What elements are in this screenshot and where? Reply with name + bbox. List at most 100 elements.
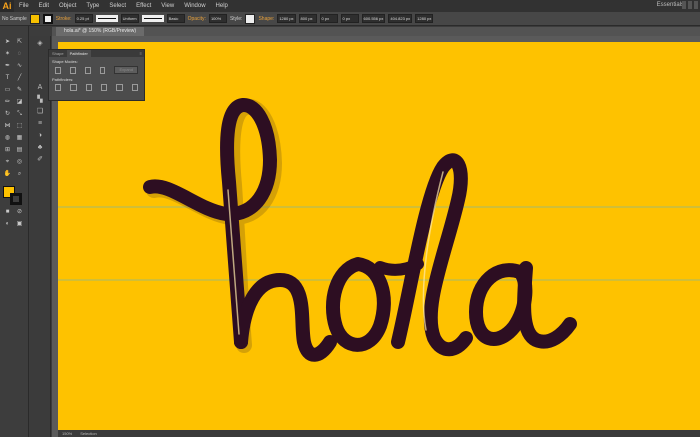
- transparency-panel-icon[interactable]: ◑: [36, 132, 44, 140]
- merge-icon[interactable]: [85, 84, 92, 91]
- divide-icon[interactable]: [55, 84, 62, 91]
- color-mode-icon[interactable]: ■: [3, 208, 12, 216]
- outline-icon[interactable]: [116, 84, 123, 91]
- brush-definition-select[interactable]: Basic: [166, 14, 185, 23]
- fill-swatch[interactable]: [29, 13, 40, 24]
- zoom-level[interactable]: 150%: [62, 431, 72, 436]
- shadow-path: [146, 99, 283, 353]
- opacity-label[interactable]: Opacity:: [188, 16, 206, 22]
- y-field[interactable]: 0 px: [340, 14, 359, 23]
- pathfinders-row: [49, 83, 144, 92]
- magic-wand-tool-icon[interactable]: ✶: [3, 50, 12, 58]
- document-tab[interactable]: hola.ai* @ 150% (RGB/Preview): [56, 27, 145, 36]
- stroke-panel-icon[interactable]: ≡: [36, 120, 44, 128]
- height-field[interactable]: 800 px: [298, 14, 317, 23]
- selection-label: No Sample: [2, 15, 27, 22]
- layers-panel-icon[interactable]: ❏: [36, 108, 44, 116]
- direct-selection-tool-icon[interactable]: ⇱: [15, 38, 24, 46]
- ref-y-field[interactable]: 404.823 px: [388, 14, 413, 23]
- unite-icon[interactable]: [55, 66, 61, 74]
- document-tab-bar: hola.ai* @ 150% (RGB/Preview): [52, 27, 700, 36]
- style-swatch[interactable]: [245, 13, 256, 24]
- hand-tool-icon[interactable]: ✋: [3, 170, 12, 178]
- menu-view[interactable]: View: [156, 3, 179, 9]
- letter-o: [326, 257, 391, 352]
- x-field[interactable]: 0 px: [319, 14, 338, 23]
- variable-width-profile[interactable]: [95, 15, 118, 22]
- lettering-artwork: [58, 98, 700, 362]
- zoom-tool-icon[interactable]: ⌕: [15, 170, 24, 178]
- perspective-grid-tool-icon[interactable]: ▦: [15, 134, 24, 142]
- stroke-label[interactable]: Stroke:: [56, 16, 72, 22]
- minimize-button[interactable]: [682, 1, 686, 9]
- tab-shape[interactable]: Shape: [49, 50, 67, 57]
- ref-x-field[interactable]: 600.556 px: [361, 14, 386, 23]
- lasso-tool-icon[interactable]: ◌: [15, 50, 24, 58]
- brushes-panel-icon[interactable]: ✐: [36, 156, 44, 164]
- paintbrush-tool-icon[interactable]: ✎: [15, 86, 24, 94]
- control-bar: No Sample Stroke: 0.25 pt Uniform Basic …: [0, 12, 700, 26]
- appearance-panel-icon[interactable]: A: [36, 84, 44, 92]
- extra-field[interactable]: 1280 px: [415, 14, 434, 23]
- menu-edit[interactable]: Edit: [34, 3, 54, 9]
- free-transform-tool-icon[interactable]: ⬚: [15, 122, 24, 130]
- menu-select[interactable]: Select: [104, 3, 131, 9]
- draw-mode-icon[interactable]: ◐: [3, 220, 12, 228]
- type-tool-icon[interactable]: T: [3, 74, 12, 82]
- stroke-weight-field[interactable]: 0.25 pt: [74, 14, 93, 23]
- stroke-color-box[interactable]: [10, 193, 22, 205]
- opacity-field[interactable]: 100%: [208, 14, 227, 23]
- letter-l: [391, 153, 473, 357]
- letter-a-stem: [517, 261, 577, 349]
- artboard-canvas[interactable]: [58, 42, 700, 437]
- pencil-tool-icon[interactable]: ✏: [3, 98, 12, 106]
- eraser-tool-icon[interactable]: ◪: [15, 98, 24, 106]
- none-mode-icon[interactable]: ⊘: [15, 208, 24, 216]
- pen-tool-icon[interactable]: ✒: [3, 62, 12, 70]
- stroke-swatch[interactable]: [42, 13, 53, 24]
- tab-pathfinder[interactable]: Pathfinder: [66, 50, 91, 57]
- maximize-button[interactable]: [688, 1, 692, 9]
- eyedropper-tool-icon[interactable]: ⌖: [3, 158, 12, 166]
- status-bar: 150% Selection: [58, 430, 700, 437]
- minus-front-icon[interactable]: [69, 66, 76, 74]
- panel-menu-icon[interactable]: ≡: [140, 50, 142, 57]
- color-panel-icon[interactable]: ◈: [36, 40, 44, 48]
- graphic-styles-panel-icon[interactable]: ▚: [36, 96, 44, 104]
- rotate-tool-icon[interactable]: ↻: [3, 110, 12, 118]
- width-field[interactable]: 1280 px: [277, 14, 296, 23]
- shape-label[interactable]: Shape:: [258, 16, 274, 22]
- current-tool-status[interactable]: Selection: [80, 431, 96, 436]
- trim-icon[interactable]: [70, 84, 77, 91]
- brush-definition-preview[interactable]: [141, 15, 164, 22]
- expand-button[interactable]: Expand: [114, 66, 139, 74]
- style-label: Style:: [229, 15, 243, 22]
- line-tool-icon[interactable]: ╱: [15, 74, 24, 82]
- screen-mode-icon[interactable]: ▣: [15, 220, 24, 228]
- menu-object[interactable]: Object: [54, 3, 81, 9]
- intersect-icon[interactable]: [84, 66, 91, 74]
- selection-tool-icon[interactable]: ➤: [3, 38, 12, 46]
- menu-type[interactable]: Type: [81, 3, 104, 9]
- mesh-tool-icon[interactable]: ⊞: [3, 146, 12, 154]
- brush-profile-select[interactable]: Uniform: [120, 14, 139, 23]
- menu-file[interactable]: File: [14, 3, 34, 9]
- menu-window[interactable]: Window: [179, 3, 210, 9]
- exclude-icon[interactable]: [99, 66, 106, 74]
- workspace-switcher[interactable]: Essentials: [657, 2, 684, 8]
- symbols-panel-icon[interactable]: ♣: [36, 144, 44, 152]
- scale-tool-icon[interactable]: ⤡: [15, 110, 24, 118]
- close-button[interactable]: [694, 1, 698, 9]
- minus-back-icon[interactable]: [131, 84, 138, 91]
- width-tool-icon[interactable]: ⋈: [3, 122, 12, 130]
- crop-icon[interactable]: [100, 84, 108, 91]
- curvature-tool-icon[interactable]: ∿: [15, 62, 24, 70]
- shape-builder-tool-icon[interactable]: ◍: [3, 134, 12, 142]
- menu-help[interactable]: Help: [211, 3, 233, 9]
- gradient-tool-icon[interactable]: ▤: [15, 146, 24, 154]
- tools-panel: ➤ ⇱ ✶ ◌ ✒ ∿ T ╱ ▭ ✎ ✏ ◪ ↻ ⤡ ⋈ ⬚ ◍ ▦ ⊞ ▤ …: [0, 26, 29, 437]
- pathfinders-label: Pathfinders:: [52, 77, 74, 82]
- blend-tool-icon[interactable]: ◎: [15, 158, 24, 166]
- rectangle-tool-icon[interactable]: ▭: [3, 86, 12, 94]
- menu-effect[interactable]: Effect: [131, 3, 156, 9]
